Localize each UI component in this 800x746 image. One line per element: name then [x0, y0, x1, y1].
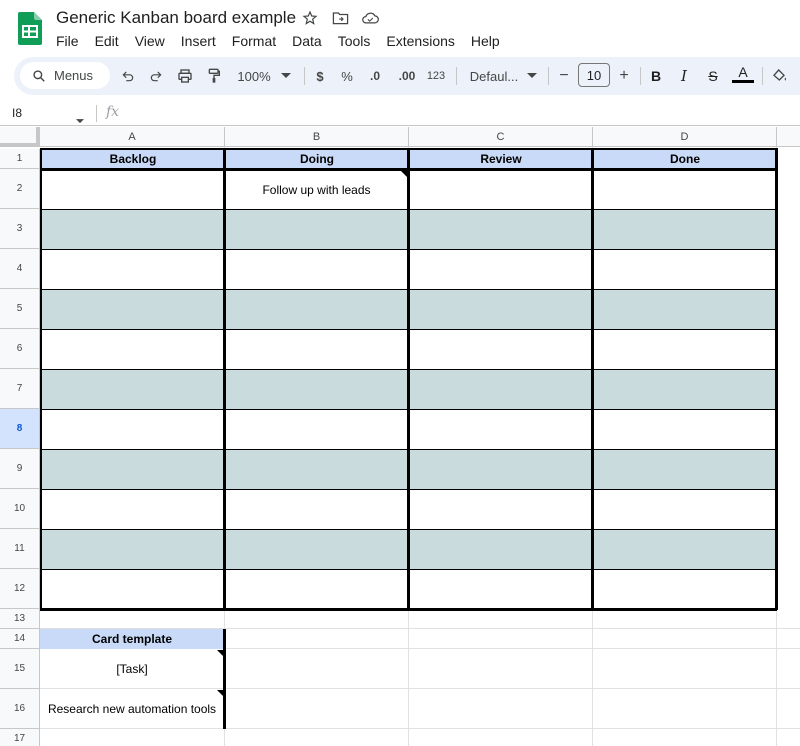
cell-note-indicator: [217, 650, 223, 656]
board-header-doing[interactable]: Doing: [226, 149, 408, 169]
row-header-11[interactable]: 11: [0, 529, 40, 569]
undo-icon[interactable]: [118, 64, 138, 88]
more-formats-button[interactable]: 123: [424, 64, 448, 88]
formula-divider: [96, 105, 97, 122]
select-all-corner[interactable]: [0, 127, 40, 147]
spreadsheet-grid[interactable]: A B C D 1 2 3 4 5 6 7 8 9 10 11 12 13 14…: [0, 127, 800, 746]
menu-bar: File Edit View Insert Format Data Tools …: [48, 31, 508, 51]
board-border: [407, 148, 410, 610]
toolbar-divider: [548, 67, 549, 85]
font-size-input[interactable]: 10: [578, 63, 610, 87]
menu-tools[interactable]: Tools: [330, 31, 379, 51]
board-header-backlog[interactable]: Backlog: [42, 149, 224, 169]
row-header-4[interactable]: 4: [0, 249, 40, 289]
strikethrough-button[interactable]: S: [704, 64, 722, 88]
redo-icon[interactable]: [146, 64, 166, 88]
toolbar: Menus 100% $ % .0 .00 123 Defaul... − 10…: [14, 57, 800, 95]
formula-bar: I8 fx: [0, 101, 800, 126]
chevron-down-icon[interactable]: [526, 64, 538, 88]
increase-decimal-button[interactable]: .00: [394, 64, 420, 88]
menu-extensions[interactable]: Extensions: [378, 31, 462, 51]
menu-file[interactable]: File: [48, 31, 87, 51]
toolbar-divider: [456, 67, 457, 85]
row-header-3[interactable]: 3: [0, 209, 40, 249]
card-template-header[interactable]: Card template: [40, 629, 224, 649]
chevron-down-icon[interactable]: [280, 64, 292, 88]
board-border: [223, 148, 226, 610]
name-box[interactable]: I8: [12, 106, 22, 120]
menu-help[interactable]: Help: [463, 31, 508, 51]
decrease-font-size-button[interactable]: −: [556, 64, 572, 88]
row-header-6[interactable]: 6: [0, 329, 40, 369]
fx-icon: fx: [106, 104, 120, 120]
menu-insert[interactable]: Insert: [173, 31, 224, 51]
decrease-decimal-button[interactable]: .0: [364, 64, 386, 88]
toolbar-divider: [762, 67, 763, 85]
column-header-b[interactable]: B: [225, 127, 409, 147]
move-to-folder-icon[interactable]: [330, 8, 350, 28]
row-header-7[interactable]: 7: [0, 369, 40, 409]
menu-data[interactable]: Data: [284, 31, 330, 51]
document-title[interactable]: Generic Kanban board example: [56, 8, 296, 28]
row-header-5[interactable]: 5: [0, 289, 40, 329]
cell-note-indicator: [401, 171, 407, 177]
template-task-cell[interactable]: [Task]: [40, 649, 224, 689]
row-header-16[interactable]: 16: [0, 689, 40, 729]
row-header-17[interactable]: 17: [0, 729, 40, 746]
row-header-2[interactable]: 2: [0, 169, 40, 209]
row-header-9[interactable]: 9: [0, 449, 40, 489]
increase-font-size-button[interactable]: +: [616, 64, 632, 88]
board-border: [775, 148, 778, 610]
row-header-10[interactable]: 10: [0, 489, 40, 529]
star-icon[interactable]: [300, 8, 320, 28]
row-header-1[interactable]: 1: [0, 149, 40, 169]
menu-edit[interactable]: Edit: [87, 31, 127, 51]
board-header-review[interactable]: Review: [410, 149, 592, 169]
currency-format-button[interactable]: $: [312, 64, 328, 88]
search-menus-label: Menus: [54, 68, 94, 83]
cell-note-indicator: [217, 690, 223, 696]
google-sheets-logo-icon[interactable]: [18, 12, 42, 45]
row-header-14[interactable]: 14: [0, 629, 40, 649]
board-header-done[interactable]: Done: [594, 149, 776, 169]
board-border: [591, 148, 594, 610]
column-header-d[interactable]: D: [593, 127, 777, 147]
menu-view[interactable]: View: [127, 31, 173, 51]
toolbar-divider: [640, 67, 641, 85]
board-border: [40, 148, 42, 610]
print-icon[interactable]: [174, 64, 196, 88]
search-menus-input[interactable]: Menus: [20, 62, 110, 89]
italic-button[interactable]: I: [676, 64, 692, 88]
row-header-13[interactable]: 13: [0, 609, 40, 629]
toolbar-divider: [304, 67, 305, 85]
column-header-c[interactable]: C: [409, 127, 593, 147]
cloud-saved-icon[interactable]: [360, 8, 380, 28]
zoom-select[interactable]: 100%: [232, 64, 276, 88]
row-header-15[interactable]: 15: [0, 649, 40, 689]
text-color-button[interactable]: A: [732, 63, 754, 83]
search-icon: [33, 69, 45, 82]
percent-format-button[interactable]: %: [338, 64, 356, 88]
template-example-cell[interactable]: Research new automation tools: [40, 689, 224, 729]
bold-button[interactable]: B: [648, 64, 664, 88]
kanban-card[interactable]: Follow up with leads: [226, 171, 407, 209]
column-header-a[interactable]: A: [40, 127, 225, 147]
row-header-12[interactable]: 12: [0, 569, 40, 609]
menu-format[interactable]: Format: [224, 31, 284, 51]
row-header-8[interactable]: 8: [0, 409, 40, 449]
paint-format-icon[interactable]: [204, 64, 224, 88]
font-family-select[interactable]: Defaul...: [466, 64, 522, 88]
fill-color-icon[interactable]: [770, 64, 790, 88]
